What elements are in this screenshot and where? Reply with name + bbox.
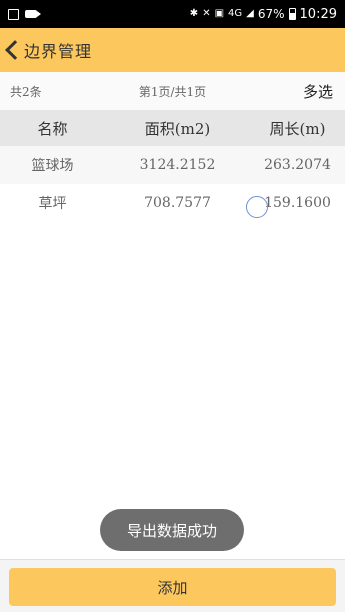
cell-area: 3124.2152 xyxy=(139,157,216,173)
column-header-area: 面积(m2) xyxy=(144,119,211,138)
title-bar: 边界管理 xyxy=(0,28,345,72)
info-bar: 共2条 第1页/共1页 多选 xyxy=(0,72,345,110)
add-button[interactable]: 添加 xyxy=(9,568,336,606)
signal-icon: ◢ xyxy=(246,8,254,19)
clock: 10:29 xyxy=(299,6,337,22)
table-row[interactable]: 草坪 708.7577 159.1600 xyxy=(0,184,345,222)
page-title: 边界管理 xyxy=(24,42,93,61)
table-row[interactable]: 篮球场 3124.2152 263.2074 xyxy=(0,146,345,184)
column-header-perimeter: 周长(m) xyxy=(269,119,326,138)
video-icon xyxy=(25,10,41,18)
nfc-icon: ▣ xyxy=(214,8,225,19)
cell-area: 708.7577 xyxy=(144,195,211,211)
cell-name: 篮球场 xyxy=(31,158,74,174)
multi-select-button[interactable]: 多选 xyxy=(303,81,333,102)
battery-icon xyxy=(288,8,296,20)
mute-icon: ✕ xyxy=(202,8,211,19)
touch-indicator xyxy=(246,196,268,218)
toast-message: 导出数据成功 xyxy=(100,509,244,551)
bluetooth-icon: ✱ xyxy=(189,8,199,19)
cell-name: 草坪 xyxy=(38,196,67,212)
column-header-name: 名称 xyxy=(37,119,68,138)
cell-perimeter: 263.2074 xyxy=(264,157,331,173)
screenshot-icon xyxy=(8,8,19,20)
battery-percent: 67% xyxy=(257,7,285,21)
signal-label: 4G xyxy=(228,8,243,19)
back-arrow-icon[interactable] xyxy=(5,40,25,60)
bottom-bar: 添加 xyxy=(0,559,345,612)
table-header: 名称 面积(m2) 周长(m) xyxy=(0,110,345,146)
page-indicator: 第1页/共1页 xyxy=(138,84,207,99)
status-bar: ✱ ✕ ▣ 4G ◢ 67% 10:29 xyxy=(0,0,345,28)
